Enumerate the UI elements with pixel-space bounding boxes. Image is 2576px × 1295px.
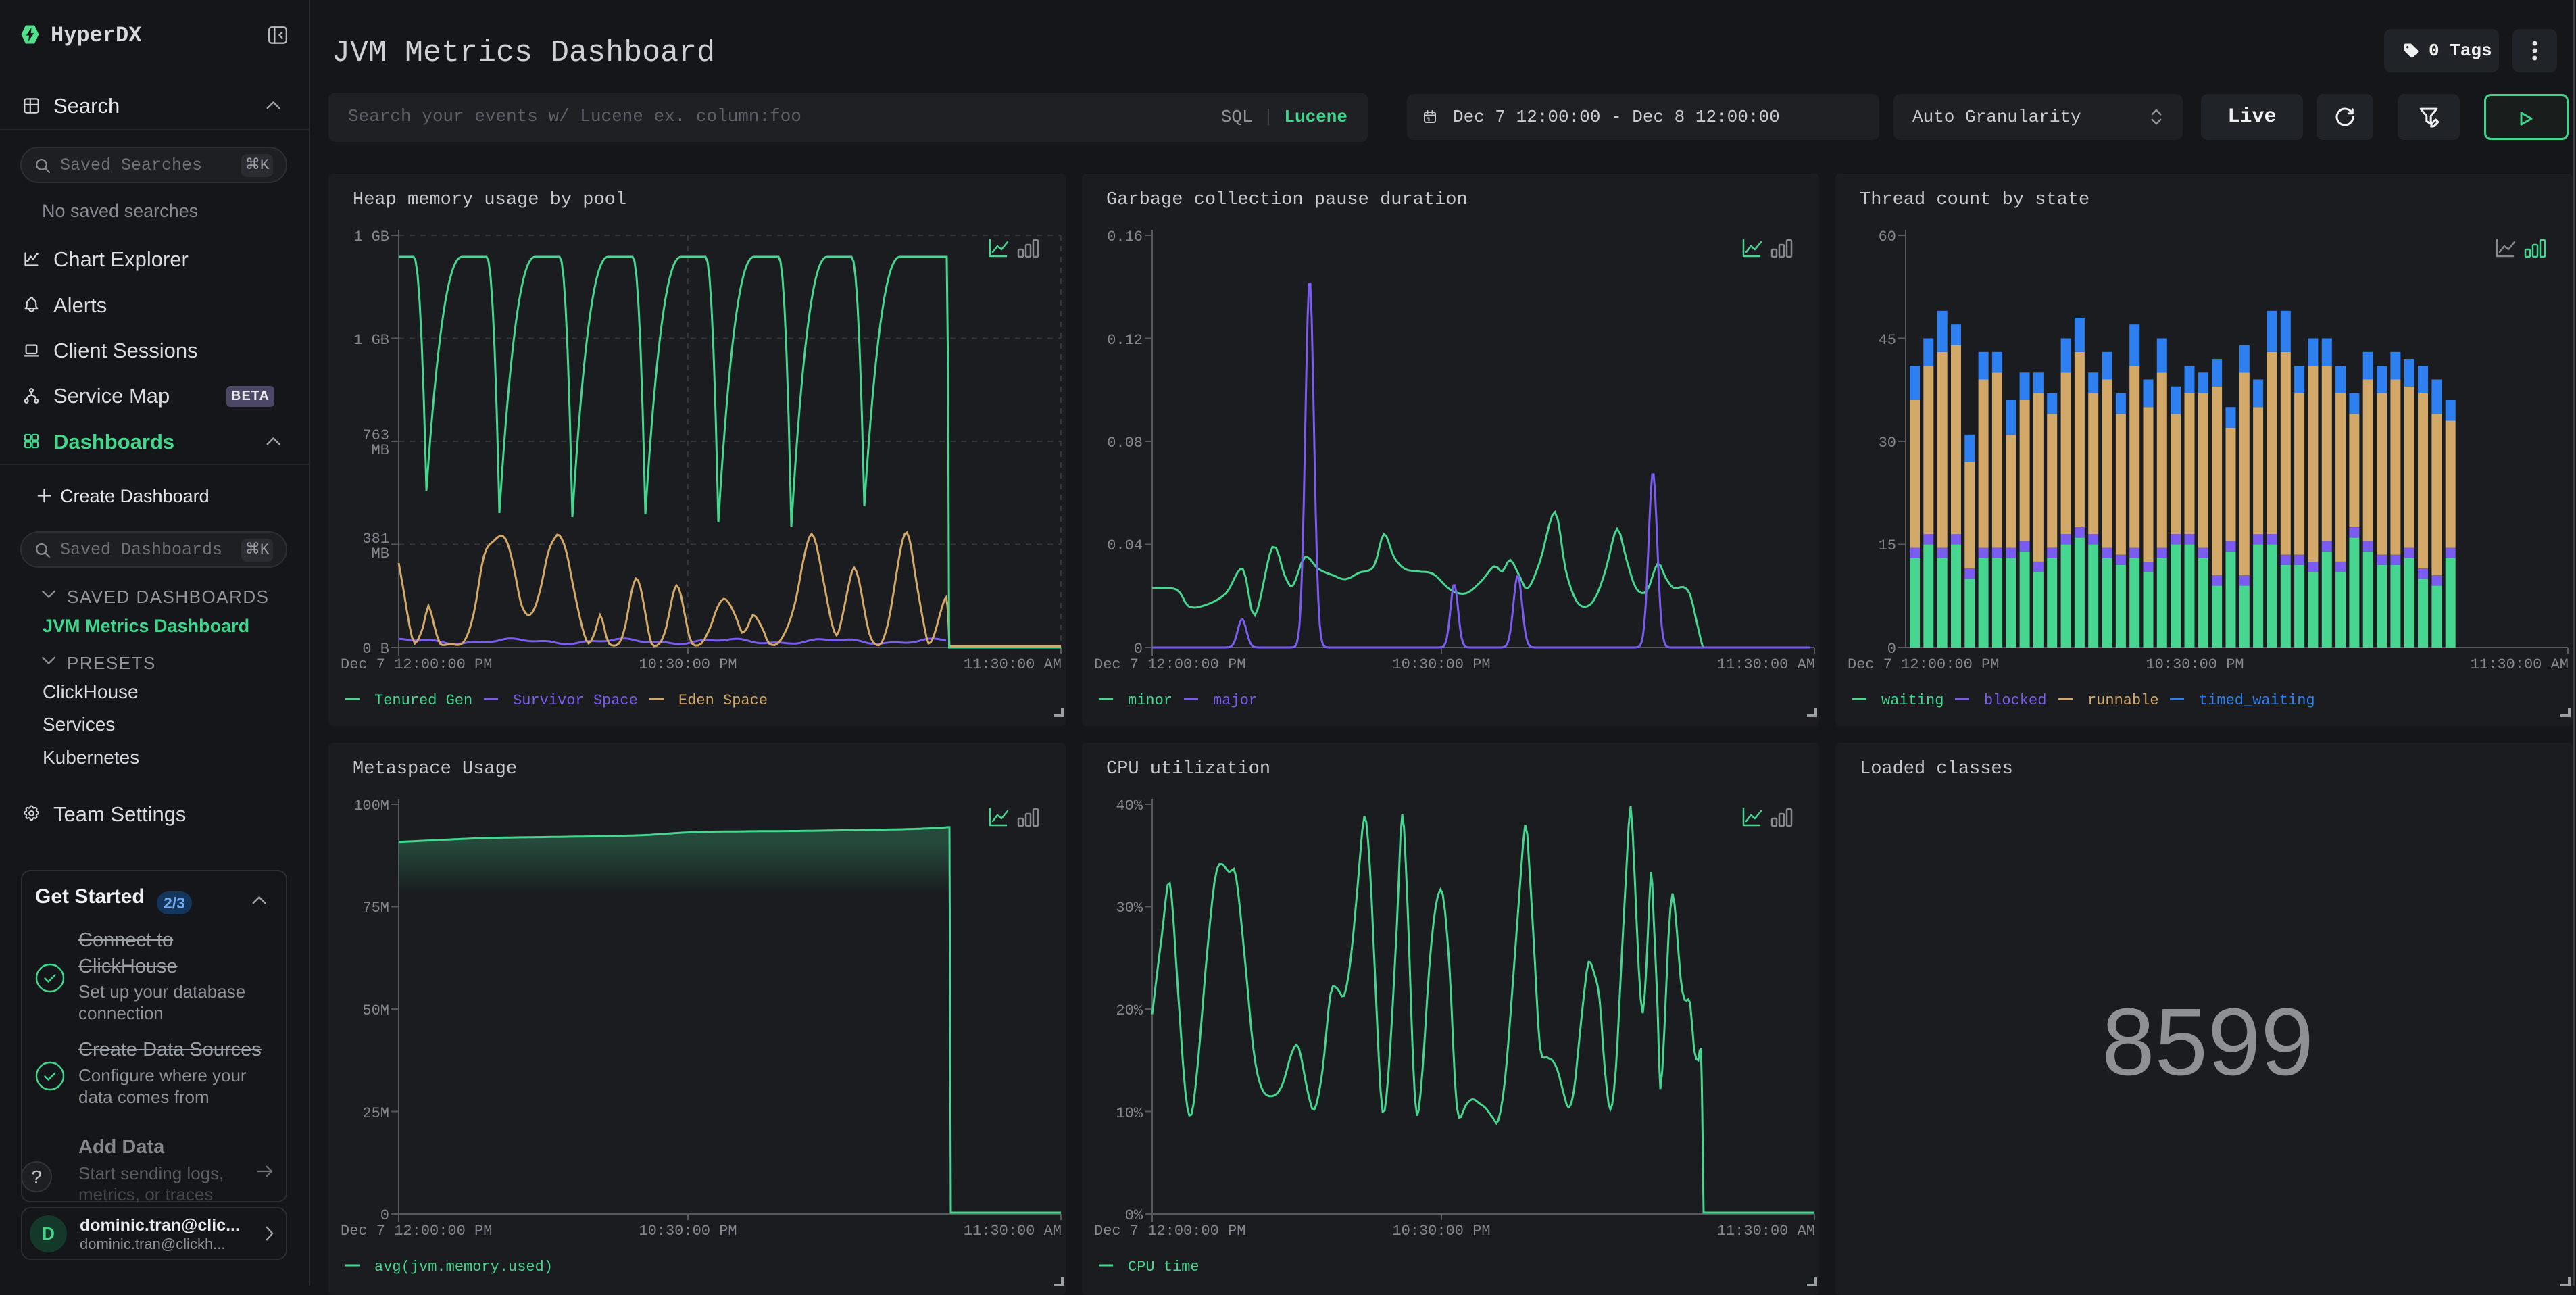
svg-text:0.04: 0.04 — [1107, 537, 1143, 554]
svg-text:30: 30 — [1879, 435, 1896, 451]
svg-text:8599: 8599 — [2102, 988, 2314, 1095]
svg-text:timed_waiting: timed_waiting — [2199, 692, 2315, 709]
svg-text:Dec 7 12:00:00 PM: Dec 7 12:00:00 PM — [341, 1223, 492, 1240]
svg-text:runnable: runnable — [2087, 692, 2159, 709]
svg-text:10:30:00 PM: 10:30:00 PM — [639, 656, 737, 673]
svg-text:Metaspace Usage: Metaspace Usage — [353, 759, 517, 779]
svg-text:CPU time: CPU time — [1128, 1259, 1199, 1275]
svg-text:Dec 7 12:00:00 PM: Dec 7 12:00:00 PM — [1094, 656, 1245, 673]
svg-text:45: 45 — [1879, 332, 1896, 349]
svg-text:Dec 7 12:00:00 PM: Dec 7 12:00:00 PM — [341, 656, 492, 673]
svg-text:blocked: blocked — [1984, 692, 2046, 709]
svg-text:11:30:00 AM: 11:30:00 AM — [964, 1223, 1062, 1240]
svg-text:0%: 0% — [1125, 1207, 1143, 1224]
svg-text:15: 15 — [1879, 537, 1896, 554]
svg-text:1 GB: 1 GB — [353, 228, 389, 245]
svg-text:Heap memory usage by pool: Heap memory usage by pool — [353, 190, 626, 210]
svg-text:30%: 30% — [1116, 900, 1143, 917]
svg-text:Dec 7 12:00:00 PM: Dec 7 12:00:00 PM — [1848, 656, 1999, 673]
svg-text:100M: 100M — [353, 798, 389, 814]
svg-text:11:30:00 AM: 11:30:00 AM — [964, 656, 1062, 673]
svg-text:Tenured Gen: Tenured Gen — [374, 692, 472, 709]
svg-text:CPU utilization: CPU utilization — [1106, 759, 1270, 779]
svg-text:60: 60 — [1879, 228, 1896, 245]
svg-text:0 B: 0 B — [362, 641, 389, 658]
svg-text:50M: 50M — [362, 1002, 389, 1019]
svg-text:Eden Space: Eden Space — [678, 692, 768, 709]
svg-text:25M: 25M — [362, 1105, 389, 1122]
svg-text:0: 0 — [380, 1207, 389, 1224]
svg-text:0.08: 0.08 — [1107, 435, 1143, 451]
svg-text:10:30:00 PM: 10:30:00 PM — [1392, 656, 1490, 673]
svg-text:0.16: 0.16 — [1107, 228, 1143, 245]
svg-text:Thread count by state: Thread count by state — [1860, 190, 2089, 210]
svg-text:Dec 7 12:00:00 PM: Dec 7 12:00:00 PM — [1094, 1223, 1245, 1240]
svg-text:waiting: waiting — [1881, 692, 1943, 709]
svg-text:10:30:00 PM: 10:30:00 PM — [1392, 1223, 1490, 1240]
svg-text:Loaded classes: Loaded classes — [1860, 759, 2013, 779]
svg-text:Survivor Space: Survivor Space — [513, 692, 638, 709]
svg-text:1 GB: 1 GB — [353, 332, 389, 349]
svg-text:Garbage collection pause durat: Garbage collection pause duration — [1106, 190, 1468, 210]
svg-text:40%: 40% — [1116, 798, 1143, 814]
svg-text:10%: 10% — [1116, 1105, 1143, 1122]
svg-text:major: major — [1213, 692, 1258, 709]
svg-text:0.12: 0.12 — [1107, 332, 1143, 349]
svg-text:0: 0 — [1887, 641, 1896, 658]
svg-text:MB: MB — [372, 442, 389, 459]
svg-text:minor: minor — [1128, 692, 1172, 709]
svg-text:11:30:00 AM: 11:30:00 AM — [1717, 1223, 1815, 1240]
svg-text:20%: 20% — [1116, 1002, 1143, 1019]
svg-text:10:30:00 PM: 10:30:00 PM — [2146, 656, 2244, 673]
svg-text:avg(jvm.memory.used): avg(jvm.memory.used) — [374, 1259, 553, 1275]
svg-text:10:30:00 PM: 10:30:00 PM — [639, 1223, 737, 1240]
svg-text:11:30:00 AM: 11:30:00 AM — [2471, 656, 2569, 673]
svg-text:0: 0 — [1134, 641, 1143, 658]
svg-text:75M: 75M — [362, 900, 389, 917]
svg-text:MB: MB — [372, 545, 389, 562]
svg-text:11:30:00 AM: 11:30:00 AM — [1717, 656, 1815, 673]
